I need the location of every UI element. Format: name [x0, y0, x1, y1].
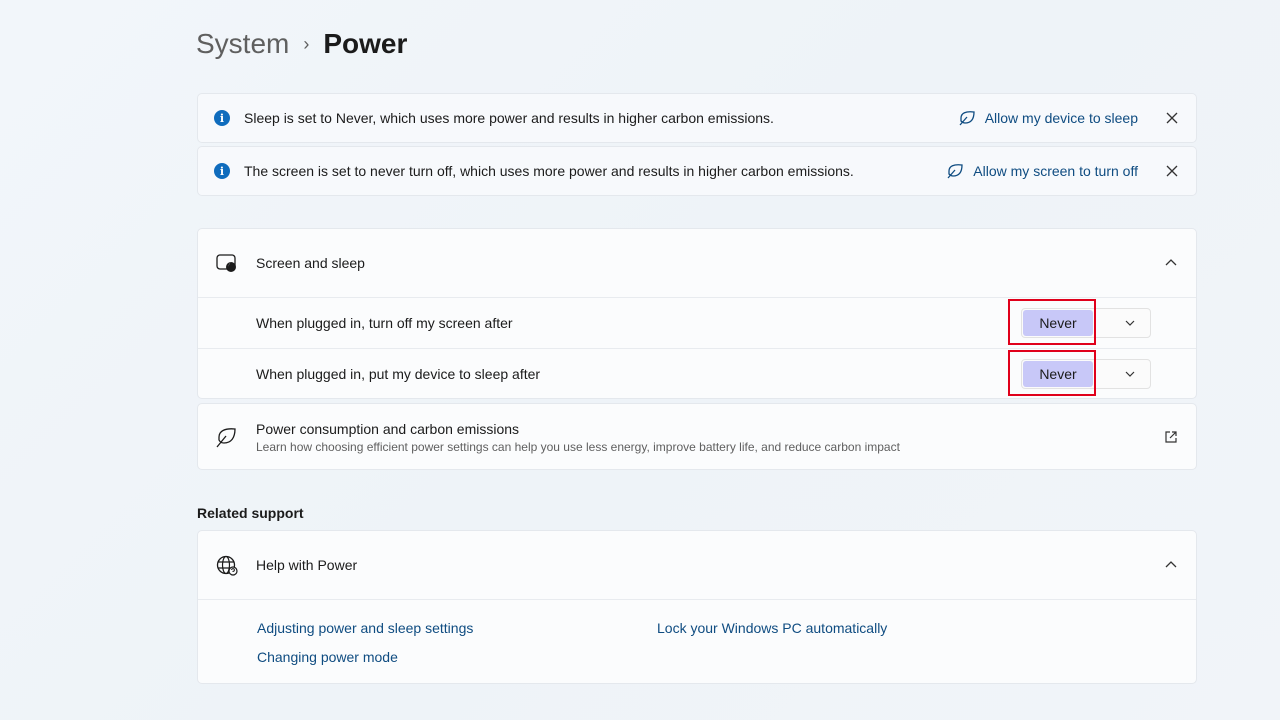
leaf-icon	[947, 164, 963, 179]
breadcrumb-separator: ›	[303, 34, 310, 54]
info-icon: i	[214, 110, 230, 126]
related-support-heading: Related support	[197, 505, 304, 521]
chevron-up-icon[interactable]	[1164, 256, 1178, 270]
close-icon	[1166, 112, 1178, 124]
chevron-down-icon	[1125, 371, 1135, 377]
help-link-lock-pc[interactable]: Lock your Windows PC automatically	[657, 620, 887, 636]
screen-off-row: When plugged in, turn off my screen afte…	[198, 298, 1196, 348]
close-banner-button[interactable]	[1162, 108, 1182, 128]
sleep-dropdown[interactable]: Never	[1008, 350, 1151, 396]
breadcrumb: System › Power	[196, 26, 407, 62]
power-consumption-description: Learn how choosing efficient power setti…	[256, 439, 900, 454]
info-icon: i	[214, 163, 230, 179]
help-links: Adjusting power and sleep settings Lock …	[198, 600, 1196, 684]
globe-icon	[216, 555, 238, 576]
screen-off-dropdown[interactable]: Never	[1008, 299, 1151, 345]
screen-sleep-title: Screen and sleep	[256, 255, 365, 271]
power-consumption-texts: Power consumption and carbon emissions L…	[256, 421, 900, 454]
allow-device-sleep-link[interactable]: Allow my device to sleep	[959, 110, 1138, 126]
screen-sleep-card: Screen and sleep When plugged in, turn o…	[197, 228, 1197, 399]
highlight-box	[1008, 299, 1096, 345]
breadcrumb-system[interactable]: System	[196, 26, 289, 62]
banner-message: Sleep is set to Never, which uses more p…	[244, 110, 774, 126]
leaf-icon	[959, 111, 975, 126]
screen-sleep-header[interactable]: Screen and sleep	[198, 229, 1196, 297]
close-banner-button[interactable]	[1162, 161, 1182, 181]
sleep-warning-banner: i Sleep is set to Never, which uses more…	[197, 93, 1197, 143]
power-consumption-title: Power consumption and carbon emissions	[256, 420, 520, 437]
chevron-up-icon[interactable]	[1164, 558, 1178, 572]
help-power-card: Help with Power Adjusting power and slee…	[197, 530, 1197, 684]
help-power-title: Help with Power	[256, 557, 358, 573]
leaf-icon	[216, 428, 236, 448]
power-consumption-card[interactable]: Power consumption and carbon emissions L…	[197, 403, 1197, 470]
screen-warning-banner: i The screen is set to never turn off, w…	[197, 146, 1197, 196]
allow-screen-off-link[interactable]: Allow my screen to turn off	[947, 163, 1138, 179]
chevron-down-icon	[1125, 320, 1135, 326]
help-power-header[interactable]: Help with Power	[198, 531, 1196, 599]
help-link-power-mode[interactable]: Changing power mode	[257, 649, 398, 665]
allow-device-sleep-label: Allow my device to sleep	[984, 110, 1138, 126]
external-link-icon	[1165, 431, 1177, 443]
page-title: Power	[323, 28, 408, 59]
sleep-row: When plugged in, put my device to sleep …	[198, 349, 1196, 399]
screen-sleep-icon	[216, 254, 236, 272]
highlight-box	[1008, 350, 1096, 396]
power-consumption-row[interactable]: Power consumption and carbon emissions L…	[198, 404, 1196, 470]
help-link-adjusting-power[interactable]: Adjusting power and sleep settings	[257, 620, 473, 636]
banner-message: The screen is set to never turn off, whi…	[244, 163, 854, 179]
allow-screen-off-label: Allow my screen to turn off	[973, 163, 1138, 179]
close-icon	[1166, 165, 1178, 177]
